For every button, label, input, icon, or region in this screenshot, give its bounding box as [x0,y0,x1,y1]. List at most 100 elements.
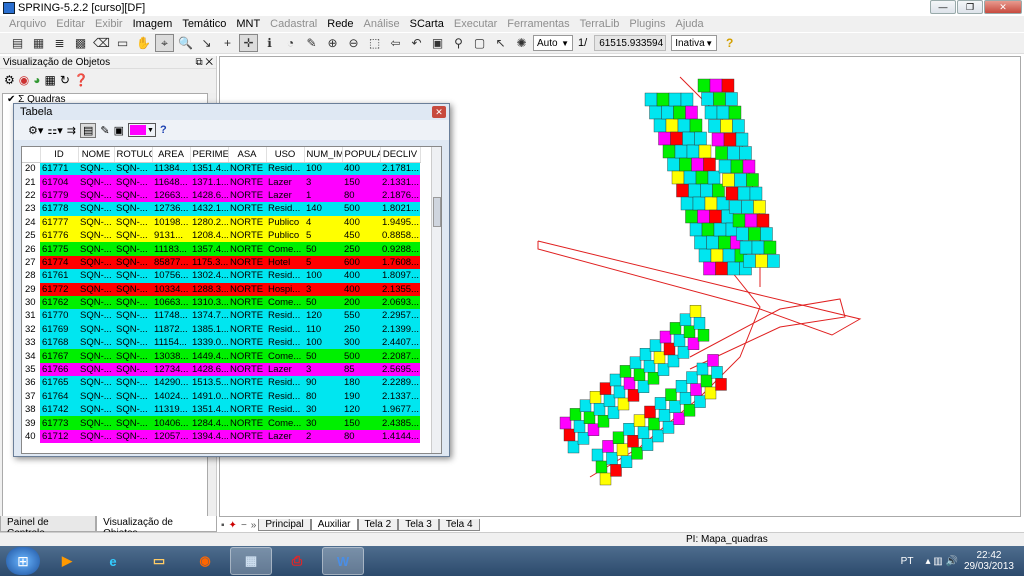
table-cell[interactable]: 3 [304,175,342,189]
city-block[interactable] [657,363,670,376]
measure-icon[interactable]: ◔ [281,34,300,52]
table-cell[interactable]: SQN-... [78,188,114,203]
city-block[interactable] [661,105,674,120]
table-cell[interactable]: 1351.4... [190,162,228,176]
city-block[interactable] [602,440,614,453]
city-block[interactable] [653,351,666,364]
city-block[interactable] [653,118,667,133]
table-cell[interactable]: SQN-... [114,228,152,243]
table-cell[interactable]: Hospi... [266,282,304,296]
city-block[interactable] [706,235,719,250]
city-block[interactable] [732,213,746,228]
city-block[interactable] [698,248,712,263]
table-cell[interactable]: NORTE [228,162,266,176]
table-cell[interactable]: 110 [304,322,342,337]
table-cell[interactable]: Come... [266,349,304,363]
table-cell[interactable]: 2.1781... [380,162,420,176]
table-cell[interactable]: 61774 [40,255,78,270]
city-block[interactable] [704,196,718,211]
city-block[interactable] [694,235,707,250]
city-block[interactable] [669,400,681,413]
help-icon[interactable]: ❓ [74,73,89,87]
city-block[interactable] [589,391,602,404]
table-cell[interactable]: 61769 [40,322,78,337]
table-cell[interactable]: 90 [304,376,342,390]
table-row[interactable]: 32 61769 SQN-... SQN-... 11872... 1385.1... NO… [22,322,420,337]
table-cell[interactable]: 250 [342,322,380,337]
table-cell[interactable]: NORTE [228,389,266,404]
eraser-icon[interactable]: ⌫ [92,34,111,52]
city-block[interactable] [737,186,751,201]
city-block[interactable] [679,392,692,405]
table-cell[interactable]: 11748... [152,309,190,323]
city-block[interactable] [689,118,703,133]
table-cell[interactable]: 2.2957... [380,309,420,323]
city-block[interactable] [748,227,761,241]
menu-item-rede[interactable]: Rede [322,18,358,30]
city-block[interactable] [709,209,722,224]
column-header-perimetr[interactable]: PERIMETR [190,147,229,163]
table-row[interactable]: 26 61775 SQN-... SQN-... 11183... 1357.4... NO… [22,242,420,256]
table-cell[interactable]: Resid... [266,309,304,323]
table-cell[interactable]: SQN-... [114,215,152,229]
back-icon[interactable]: ⇦ [386,34,405,52]
city-block[interactable] [652,429,664,443]
city-block[interactable] [587,423,600,436]
table-cell[interactable]: 1.8097... [380,269,420,283]
column-header-id[interactable]: ID [40,147,79,163]
table-cell[interactable]: NORTE [228,188,266,203]
city-block[interactable] [685,105,698,120]
column-header-uso[interactable]: USO [266,147,305,163]
table-cell[interactable]: 0.8858... [380,228,420,243]
table-cell[interactable]: 61761 [40,269,78,283]
cursor-icon[interactable]: ↖ [491,34,510,52]
city-block[interactable] [715,378,727,391]
table-cell[interactable]: SQN-... [114,162,152,176]
table-scrollbar[interactable] [431,147,441,453]
table-cell[interactable]: NORTE [228,242,266,256]
city-block[interactable] [739,146,752,160]
city-block[interactable] [667,354,680,368]
table-cell[interactable]: Come... [266,295,304,310]
table-cell[interactable]: 10756... [152,269,190,283]
table-cell[interactable]: 3 [304,362,342,377]
row-number[interactable]: 35 [22,362,40,377]
city-block[interactable] [644,405,656,419]
row-number[interactable]: 33 [22,336,40,350]
table-cell[interactable]: 12057... [152,429,190,444]
city-block[interactable] [679,313,692,326]
table-cell[interactable]: SQN-... [78,255,114,270]
menu-item-ajuda[interactable]: Ajuda [670,18,708,30]
table-cell[interactable]: 150 [342,416,380,430]
city-block[interactable] [735,132,749,147]
table-cell[interactable]: 11319... [152,403,190,417]
table-cell[interactable]: 2.4385... [380,416,420,430]
menu-item-editar[interactable]: Editar [51,18,90,30]
table-cell[interactable]: 1.8021... [380,202,420,216]
view-tab-tela-3[interactable]: Tela 3 [398,519,439,531]
row-number[interactable]: 31 [22,309,40,323]
table-cell[interactable]: 61773 [40,416,78,430]
column-header-decliv[interactable]: DECLIV [380,147,421,163]
table-cell[interactable]: 61779 [40,188,78,203]
table-cell[interactable]: NORTE [228,349,266,363]
city-block[interactable] [641,438,654,451]
city-block[interactable] [690,383,702,396]
table-cell[interactable]: SQN-... [114,202,152,216]
table-cell[interactable]: 61704 [40,175,78,189]
city-block[interactable] [704,105,718,120]
city-block[interactable] [707,170,721,185]
table-cell[interactable]: 61712 [40,429,78,444]
city-block[interactable] [623,423,635,436]
table-cell[interactable]: 1 [304,188,342,203]
city-block[interactable] [579,399,592,412]
table-row[interactable]: 29 61772 SQN-... SQN-... 10334... 1288.3... NO… [22,282,420,296]
table-cell[interactable]: SQN-... [78,228,114,243]
menu-item-cadastral[interactable]: Cadastral [265,18,322,30]
view-tab-tela-2[interactable]: Tela 2 [357,519,399,531]
city-block[interactable] [637,380,650,393]
table-cell[interactable]: SQN-... [114,349,152,363]
city-block[interactable] [739,240,753,255]
view-tab-tela-4[interactable]: Tela 4 [438,519,480,531]
city-block[interactable] [721,78,735,93]
